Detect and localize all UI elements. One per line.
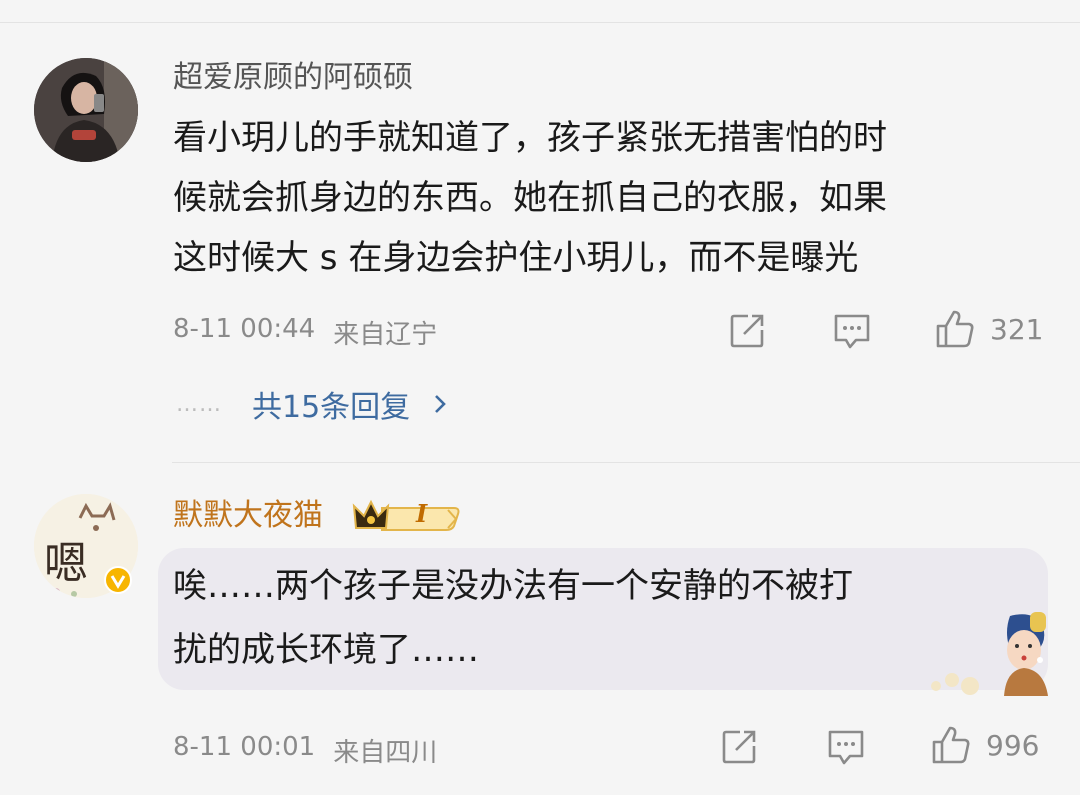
comment-divider <box>172 462 1080 463</box>
like-button[interactable]: 996 <box>930 724 1039 766</box>
comment-button[interactable] <box>832 312 872 350</box>
avatar-photo-icon <box>34 58 138 162</box>
comment-username[interactable]: 超爱原顾的阿硕硕 <box>173 60 413 96</box>
user-avatar[interactable] <box>34 58 138 162</box>
vip-level-badge[interactable]: I <box>352 496 462 534</box>
comment-sticker <box>926 610 1056 696</box>
comment-meta: 8-11 00:01 来自四川 <box>173 732 437 769</box>
comment-location: 来自四川 <box>333 738 438 768</box>
verified-badge-icon <box>104 566 132 594</box>
view-replies-link[interactable]: …… 共15条回复 <box>176 382 452 426</box>
comment-line: 候就会抓身边的东西。她在抓自己的衣服，如果 <box>173 178 887 218</box>
comment-username[interactable]: 默默大夜猫 <box>173 498 323 534</box>
top-divider <box>0 22 1080 23</box>
thumbs-up-icon <box>932 726 970 764</box>
share-icon <box>722 730 756 764</box>
share-button[interactable] <box>728 312 766 350</box>
comment-timestamp: 8-11 00:44 <box>173 314 316 344</box>
comment-timestamp: 8-11 00:01 <box>173 732 316 762</box>
replies-count-label: 共15条回复 <box>252 390 411 425</box>
comment-line: 这时候大 s 在身边会护住小玥儿，而不是曝光 <box>173 238 859 278</box>
comment-icon <box>828 730 864 765</box>
like-button[interactable]: 321 <box>934 308 1043 350</box>
crown-badge-icon <box>352 499 460 531</box>
comment-button[interactable] <box>826 728 866 766</box>
chevron-right-icon <box>435 395 447 413</box>
comment-line: 唉……两个孩子是没办法有一个安静的不被打 <box>173 566 853 606</box>
comment-icon <box>834 314 870 349</box>
like-count: 996 <box>986 728 1040 762</box>
svg-text:嗯: 嗯 <box>44 538 88 589</box>
share-button[interactable] <box>720 728 758 766</box>
comment-line: 扰的成长环境了…… <box>173 630 479 670</box>
girl-pearl-earring-sticker-icon <box>931 612 1048 696</box>
share-icon <box>730 314 764 348</box>
replies-dots: …… <box>176 391 222 417</box>
comment-line: 看小玥儿的手就知道了，孩子紧张无措害怕的时 <box>173 118 887 158</box>
like-count: 321 <box>990 312 1044 346</box>
comment-location: 来自辽宁 <box>333 320 438 350</box>
comment-meta: 8-11 00:44 来自辽宁 <box>173 314 437 351</box>
vip-level-text: I <box>416 499 428 528</box>
thumbs-up-icon <box>936 310 974 348</box>
